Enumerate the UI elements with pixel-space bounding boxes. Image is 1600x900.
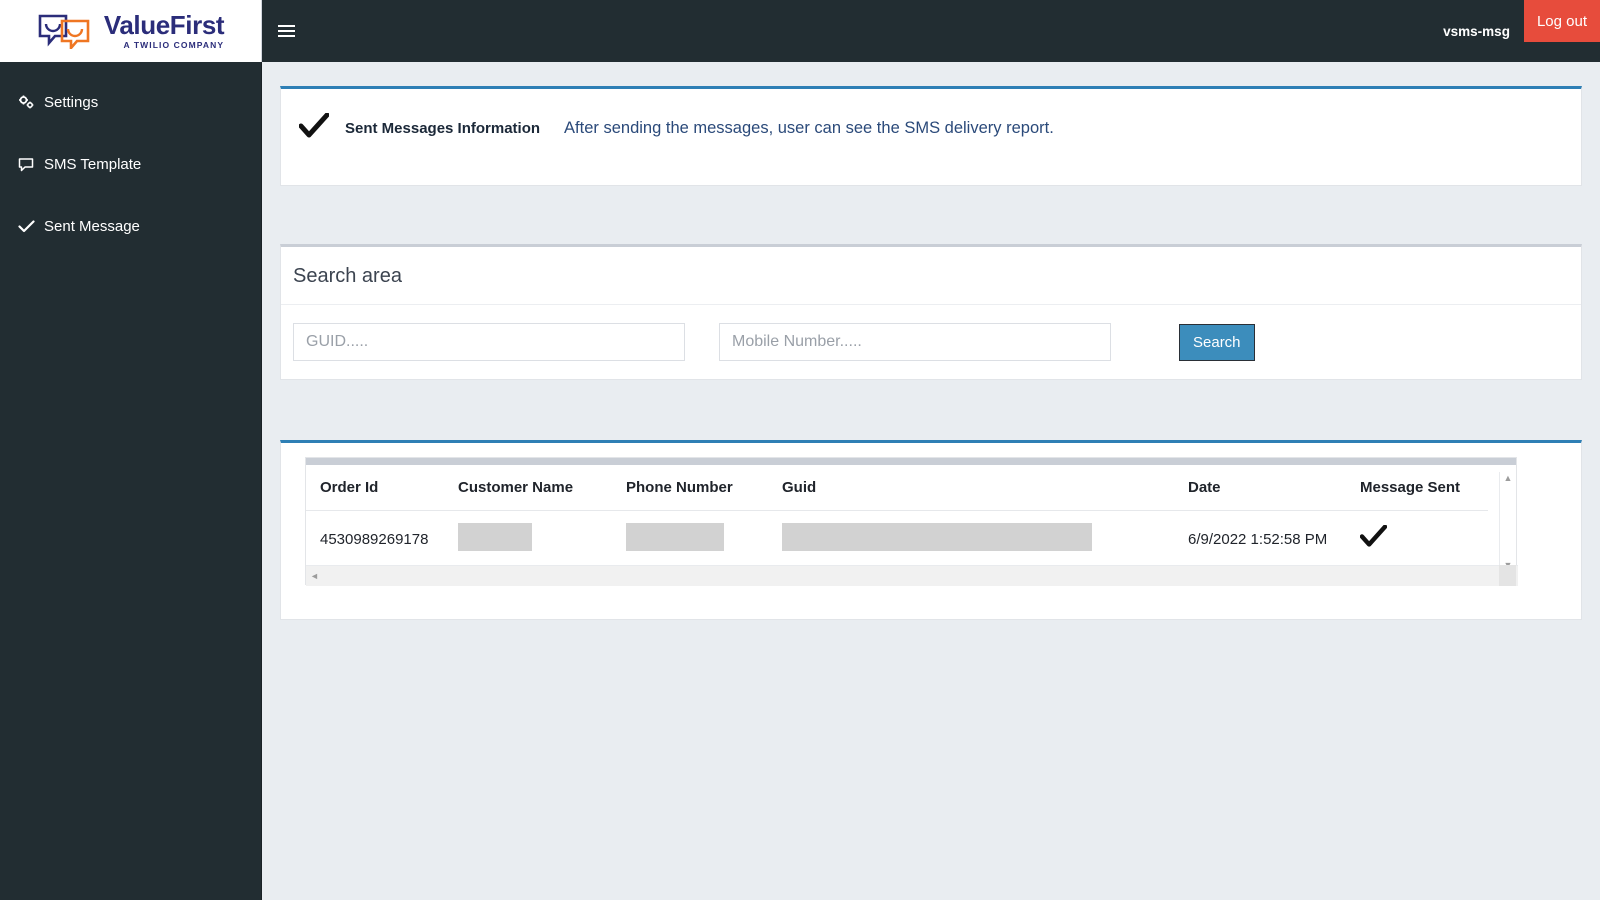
scroll-up-arrow-icon[interactable]: ▲ xyxy=(1504,474,1513,483)
results-panel: Order Id Customer Name Phone Number Guid… xyxy=(280,440,1582,620)
cell-guid xyxy=(768,511,1174,568)
logout-button[interactable]: Log out xyxy=(1523,0,1600,42)
sidebar: Settings SMS Template Sent Message xyxy=(0,62,262,900)
main-content: Sent Messages Information After sending … xyxy=(262,62,1600,900)
logo-subtitle: A TWILIO COMPANY xyxy=(123,40,225,51)
column-header-guid[interactable]: Guid xyxy=(768,465,1174,511)
brand-logo[interactable]: ValueFirst A TWILIO COMPANY xyxy=(0,0,262,62)
redacted-value xyxy=(782,523,1092,551)
cell-date: 6/9/2022 1:52:58 PM xyxy=(1188,530,1328,548)
info-panel: Sent Messages Information After sending … xyxy=(280,86,1582,186)
results-grid: Order Id Customer Name Phone Number Guid… xyxy=(305,457,1518,586)
column-header-customer-name[interactable]: Customer Name xyxy=(444,465,612,511)
redacted-value xyxy=(458,523,532,551)
comment-icon xyxy=(18,157,44,172)
cell-order-id: 4530989269178 xyxy=(320,530,429,548)
info-panel-title: Sent Messages Information xyxy=(345,120,541,137)
sidebar-gap-1 xyxy=(0,124,261,142)
column-header-order-id[interactable]: Order Id xyxy=(306,465,444,511)
guid-input[interactable] xyxy=(293,323,685,361)
speech-bubbles-logo-icon xyxy=(38,14,90,49)
check-icon xyxy=(18,219,44,234)
cell-message-sent xyxy=(1346,511,1488,568)
menu-toggle-button[interactable] xyxy=(262,0,310,62)
cell-phone-number xyxy=(612,511,768,568)
cell-customer-name xyxy=(444,511,612,568)
table-header-row: Order Id Customer Name Phone Number Guid… xyxy=(306,465,1488,511)
sidebar-item-settings[interactable]: Settings xyxy=(0,80,261,124)
sidebar-item-label: Settings xyxy=(44,93,99,111)
user-name-label: vsms-msg xyxy=(1443,23,1510,39)
sidebar-gap-2 xyxy=(0,186,261,204)
info-panel-description: After sending the messages, user can see… xyxy=(564,119,1054,137)
gears-icon xyxy=(18,95,44,110)
grid-top-strip xyxy=(306,458,1516,465)
column-header-message-sent[interactable]: Message Sent xyxy=(1346,465,1488,511)
check-icon xyxy=(298,112,330,144)
scroll-left-arrow-icon[interactable]: ◄ xyxy=(310,571,319,581)
logo-name: ValueFirst xyxy=(103,10,225,41)
column-header-phone-number[interactable]: Phone Number xyxy=(612,465,768,511)
column-header-date[interactable]: Date xyxy=(1174,465,1346,511)
grid-scroll-area: Order Id Customer Name Phone Number Guid… xyxy=(306,465,1518,586)
mobile-number-input[interactable] xyxy=(719,323,1111,361)
sent-messages-table: Order Id Customer Name Phone Number Guid… xyxy=(306,465,1488,567)
search-panel: Search area Search xyxy=(280,244,1582,380)
top-bar: ValueFirst A TWILIO COMPANY vsms-msg Log… xyxy=(0,0,1600,62)
table-row[interactable]: 4530989269178 6/9/2022 1:52:58 PM xyxy=(306,511,1488,568)
top-bar-spacer xyxy=(310,0,1429,62)
check-icon xyxy=(1359,524,1388,554)
scrollbar-corner xyxy=(1499,565,1516,586)
sidebar-item-sent-message[interactable]: Sent Message xyxy=(0,204,261,248)
search-button[interactable]: Search xyxy=(1179,323,1255,361)
sidebar-top-gap xyxy=(0,62,261,80)
vertical-scrollbar[interactable]: ▲ ▼ xyxy=(1499,472,1516,572)
sidebar-item-sms-template[interactable]: SMS Template xyxy=(0,142,261,186)
hamburger-icon xyxy=(277,22,295,40)
search-area-heading: Search area xyxy=(281,247,1581,305)
sidebar-item-label: Sent Message xyxy=(44,217,140,235)
redacted-value xyxy=(626,523,724,551)
sidebar-item-label: SMS Template xyxy=(44,155,142,173)
horizontal-scrollbar[interactable]: ◄ ► xyxy=(306,565,1518,586)
